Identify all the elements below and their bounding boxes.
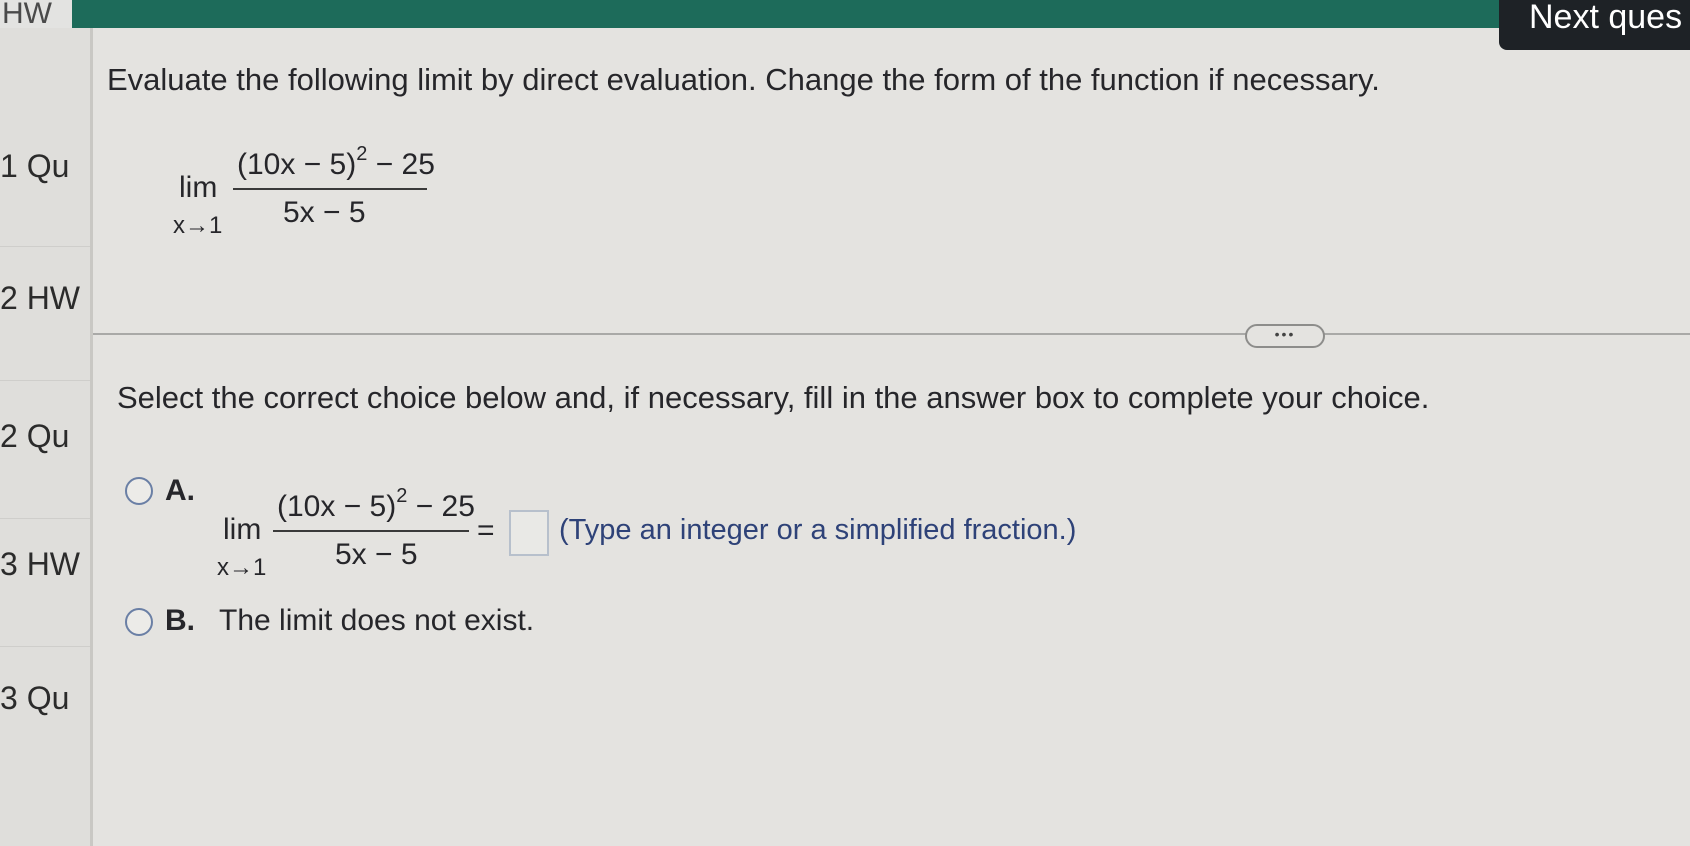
question-panel: Evaluate the following limit by direct e… [93, 28, 1690, 846]
choice-a-radio[interactable] [125, 477, 153, 505]
choice-b-label: B. [165, 604, 195, 637]
lim-word: lim [223, 513, 262, 546]
numerator: (10x − 5)2 − 25 [277, 485, 475, 524]
numerator-exponent: 2 [356, 143, 368, 165]
choice-a-label: A. [165, 474, 195, 507]
fraction-bar [273, 530, 469, 532]
numerator-base: (10x − 5) [277, 490, 397, 523]
equals-sign: = [477, 514, 495, 547]
answer-input-box[interactable] [509, 510, 549, 556]
numerator: (10x − 5)2 − 25 [237, 143, 435, 182]
sidebar-divider [0, 380, 90, 381]
question-prompt: Evaluate the following limit by direct e… [107, 62, 1380, 97]
sidebar-divider [0, 518, 90, 519]
choice-b-radio[interactable] [125, 608, 153, 636]
lim-approach: x→1 [217, 554, 267, 581]
question-sidebar: 1 Qu 2 HW 2 Qu 3 HW 3 Qu [0, 28, 93, 846]
numerator-rest: − 25 [367, 148, 435, 181]
sidebar-item-3-qu[interactable]: 3 Qu [0, 680, 90, 717]
sidebar-item-3-hw[interactable]: 3 HW [0, 546, 90, 583]
sidebar-item-2-qu[interactable]: 2 Qu [0, 418, 90, 455]
denominator: 5x − 5 [335, 538, 418, 571]
sidebar-divider [0, 646, 90, 647]
denominator: 5x − 5 [283, 196, 366, 229]
section-divider [93, 333, 1690, 335]
answer-format-hint: (Type an integer or a simplified fractio… [559, 514, 1077, 546]
expand-more-button[interactable]: ••• [1245, 324, 1325, 348]
assignment-tab-label[interactable]: HW [0, 0, 72, 28]
sidebar-item-1-qu[interactable]: 1 Qu [0, 148, 90, 185]
sidebar-item-2-hw[interactable]: 2 HW [0, 280, 90, 317]
sidebar-divider [0, 246, 90, 247]
instruction-text: Select the correct choice below and, if … [117, 380, 1430, 415]
numerator-exponent: 2 [396, 485, 408, 507]
numerator-base: (10x − 5) [237, 148, 357, 181]
lim-approach: x→1 [173, 212, 223, 239]
fraction-bar [233, 188, 427, 190]
choice-b-text: The limit does not exist. [219, 604, 535, 637]
top-bar [0, 0, 1690, 28]
numerator-rest: − 25 [407, 490, 475, 523]
lim-word: lim [179, 171, 218, 204]
